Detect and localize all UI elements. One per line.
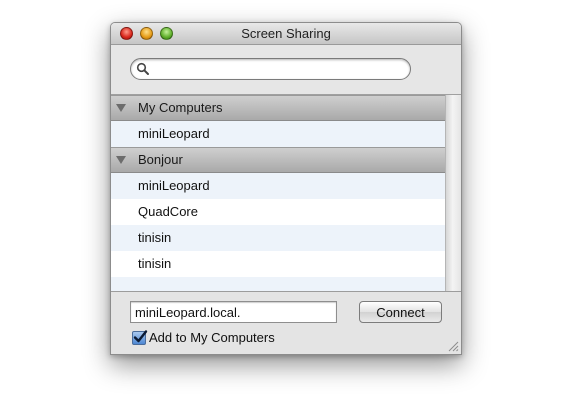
resize-grip-icon[interactable] (448, 341, 459, 352)
list-item[interactable]: QuadCore (111, 199, 445, 225)
list-scrollbar[interactable] (445, 95, 461, 291)
search-input[interactable] (151, 61, 405, 77)
group-header-bonjour[interactable]: Bonjour (111, 147, 445, 173)
minimize-button[interactable] (140, 27, 153, 40)
computer-list[interactable]: My Computers miniLeopard Bonjour miniLeo… (111, 95, 445, 291)
computer-name: QuadCore (138, 204, 198, 219)
connect-button[interactable]: Connect (359, 301, 442, 323)
bottom-bar: Connect Add to My Computers (111, 291, 461, 354)
list-item[interactable]: tinisin (111, 251, 445, 277)
computer-name: miniLeopard (138, 126, 210, 141)
disclosure-triangle-icon[interactable] (116, 156, 126, 164)
add-to-my-computers-checkbox[interactable] (132, 330, 148, 345)
group-label: Bonjour (138, 152, 183, 167)
computer-name: tinisin (138, 256, 172, 271)
computer-name: miniLeopard (138, 178, 210, 193)
computer-name: tinisin (138, 230, 172, 245)
search-area (111, 45, 461, 95)
title-bar[interactable]: Screen Sharing (111, 23, 461, 45)
search-icon (136, 62, 149, 75)
zoom-button[interactable] (160, 27, 173, 40)
list-item[interactable]: tinisin (111, 225, 445, 251)
group-header-my-computers[interactable]: My Computers (111, 95, 445, 121)
disclosure-triangle-icon[interactable] (116, 104, 126, 112)
group-label: My Computers (138, 100, 223, 115)
list-item[interactable]: miniLeopard (111, 121, 445, 147)
search-field[interactable] (130, 58, 411, 80)
list-empty-row (111, 277, 445, 291)
list-item[interactable]: miniLeopard (111, 173, 445, 199)
close-button[interactable] (120, 27, 133, 40)
checkmark-icon (133, 330, 148, 343)
screen-sharing-window: Screen Sharing My Computers miniLeopard … (110, 22, 462, 355)
add-to-my-computers-label[interactable]: Add to My Computers (149, 330, 275, 346)
address-field[interactable] (130, 301, 337, 323)
